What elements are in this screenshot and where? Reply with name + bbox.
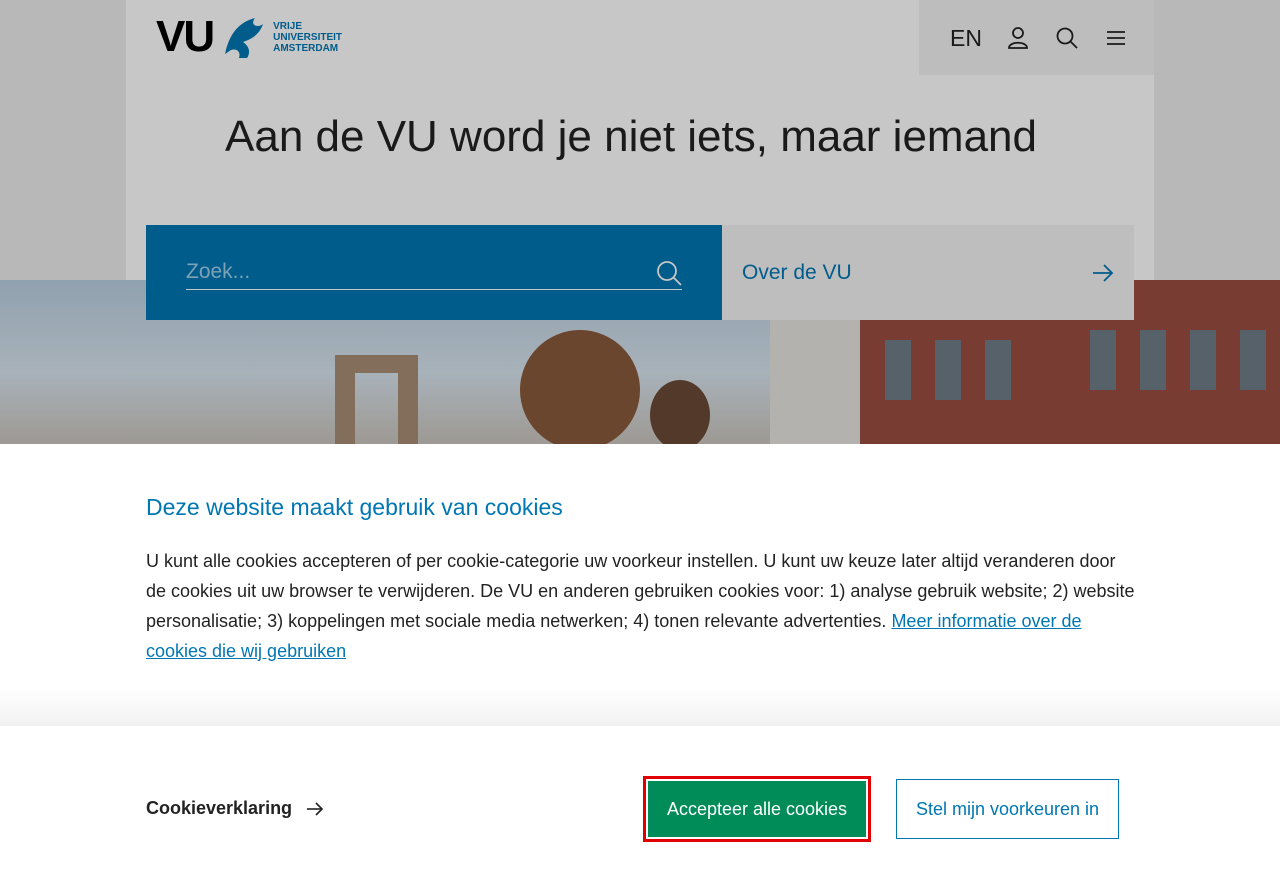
cookie-description: U kunt alle cookies accepteren of per co… [146,546,1136,666]
arrow-right-icon [307,801,324,816]
cookie-declaration-label: Cookieverklaring [146,798,293,818]
set-preferences-button[interactable]: Stel mijn voorkeuren in [896,779,1119,839]
cookie-banner: Deze website maakt gebruik van cookies U… [0,444,1280,887]
accept-all-cookies-button[interactable]: Accepteer alle cookies [643,776,871,842]
accept-all-cookies-label: Accepteer alle cookies [648,781,866,837]
cookie-divider [0,689,1280,729]
cookie-declaration-link[interactable]: Cookieverklaring [146,798,324,819]
cookie-actions: Cookieverklaring Accepteer alle cookies … [0,726,1280,887]
cookie-title: Deze website maakt gebruik van cookies [146,494,563,520]
